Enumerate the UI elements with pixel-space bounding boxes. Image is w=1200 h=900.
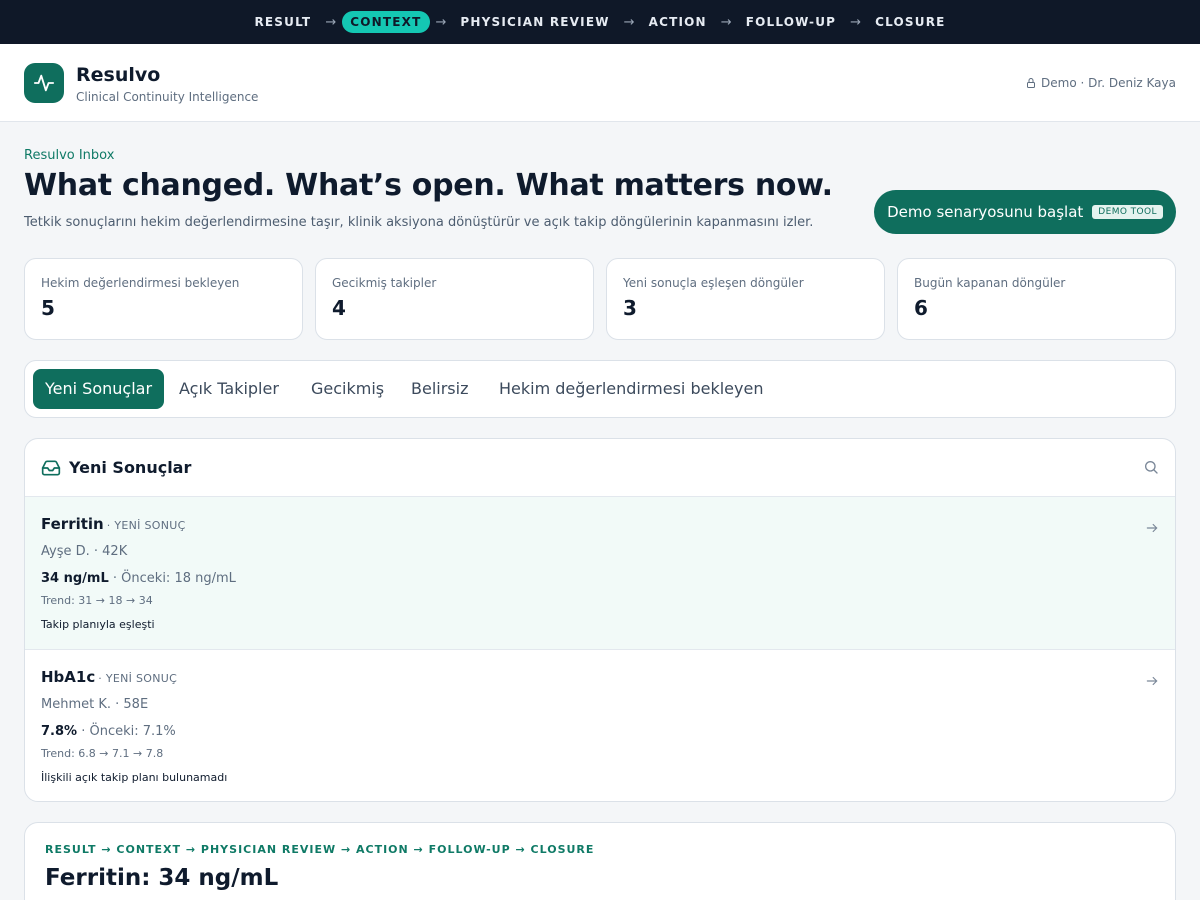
stat-label: Gecikmiş takipler	[332, 276, 437, 290]
pipeline-step-action[interactable]: ACTION	[641, 11, 715, 33]
patient-info: Mehmet K. · 58E	[41, 697, 149, 712]
demo-tool-badge: DEMO TOOL	[1092, 205, 1163, 219]
arrow-right-icon: →	[623, 14, 635, 30]
pipeline-step-follow-up[interactable]: FOLLOW-UP	[738, 11, 844, 33]
stat-card-awaiting-review[interactable]: Hekim değerlendirmesi bekleyen 5	[24, 258, 303, 340]
lock-icon	[1027, 78, 1036, 88]
app-header: Resulvo Clinical Continuity Intelligence…	[0, 44, 1200, 122]
previous-value: · Önceki: 18 ng/mL	[112, 571, 236, 586]
pipeline-step-physician-review[interactable]: PHYSICIAN REVIEW	[452, 11, 617, 33]
arrow-right-icon[interactable]	[1145, 674, 1159, 688]
stat-label: Yeni sonuçla eşleşen döngüler	[623, 276, 804, 290]
arrow-right-icon: →	[325, 14, 337, 30]
trend-text: Trend: 6.8 → 7.1 → 7.8	[41, 747, 164, 760]
result-name: HbA1c · YENİ SONUÇ	[41, 668, 177, 686]
detail-title: Ferritin: 34 ng/mL	[45, 865, 279, 891]
detail-pipeline: RESULT → CONTEXT → PHYSICIAN REVIEW → AC…	[45, 843, 595, 856]
stat-value: 3	[623, 296, 637, 320]
brand-name: Resulvo	[76, 64, 161, 86]
page-description: Tetkik sonuçlarını hekim değerlendirmesi…	[24, 215, 814, 230]
new-result-badge: · YENİ SONUÇ	[106, 519, 186, 532]
tab-overdue[interactable]: Gecikmiş	[299, 369, 396, 409]
tab-awaiting-review[interactable]: Hekim değerlendirmesi bekleyen	[487, 369, 775, 409]
match-note: İlişkili açık takip planı bulunamadı	[41, 771, 228, 784]
stat-value: 5	[41, 296, 55, 320]
tab-open-followups[interactable]: Açık Takipler	[167, 369, 291, 409]
previous-value: · Önceki: 7.1%	[81, 724, 176, 739]
start-demo-button[interactable]: Demo senaryosunu başlat DEMO TOOL	[874, 190, 1176, 234]
start-demo-label: Demo senaryosunu başlat	[887, 203, 1084, 221]
result-row-ferritin[interactable]: Ferritin · YENİ SONUÇ Ayşe D. · 42K 34 ng…	[25, 497, 1175, 650]
result-detail-card: RESULT → CONTEXT → PHYSICIAN REVIEW → AC…	[24, 822, 1176, 900]
patient-info: Ayşe D. · 42K	[41, 544, 128, 559]
page-title: What changed. What’s open. What matters …	[24, 168, 833, 203]
stat-value: 4	[332, 296, 346, 320]
arrow-right-icon: →	[720, 14, 732, 30]
arrow-right-icon: →	[435, 14, 447, 30]
stat-card-overdue[interactable]: Gecikmiş takipler 4	[315, 258, 594, 340]
results-panel: Yeni Sonuçlar Ferritin · YENİ SONUÇ Ayşe …	[24, 438, 1176, 802]
stat-label: Hekim değerlendirmesi bekleyen	[41, 276, 240, 290]
inbox-eyebrow: Resulvo Inbox	[24, 148, 115, 163]
user-label: Demo · Dr. Deniz Kaya	[1041, 76, 1176, 90]
result-value: 34 ng/mL · Önceki: 18 ng/mL	[41, 571, 236, 586]
search-icon[interactable]	[1143, 459, 1159, 475]
inbox-icon	[41, 460, 61, 476]
stat-card-closed-today[interactable]: Bugün kapanan döngüler 6	[897, 258, 1176, 340]
panel-title: Yeni Sonuçlar	[69, 458, 192, 477]
current-value: 7.8%	[41, 724, 78, 739]
pipeline-step-result[interactable]: RESULT	[246, 11, 319, 33]
stat-label: Bugün kapanan döngüler	[914, 276, 1066, 290]
stat-value: 6	[914, 296, 928, 320]
result-row-hba1c[interactable]: HbA1c · YENİ SONUÇ Mehmet K. · 58E 7.8% ·…	[25, 650, 1175, 801]
match-note: Takip planıyla eşleşti	[41, 618, 155, 631]
tab-uncertain[interactable]: Belirsiz	[399, 369, 480, 409]
test-name: HbA1c	[41, 668, 96, 686]
arrow-right-icon[interactable]	[1145, 521, 1159, 535]
inbox-tabs: Yeni Sonuçlar Açık Takipler Gecikmiş Bel…	[24, 360, 1176, 418]
pipeline-bar: RESULT → CONTEXT → PHYSICIAN REVIEW → AC…	[0, 0, 1200, 44]
test-name: Ferritin	[41, 515, 104, 533]
pipeline-step-closure[interactable]: CLOSURE	[867, 11, 953, 33]
result-name: Ferritin · YENİ SONUÇ	[41, 515, 186, 533]
pulse-logo-icon[interactable]	[24, 63, 64, 103]
result-value: 7.8% · Önceki: 7.1%	[41, 724, 176, 739]
tab-new-results[interactable]: Yeni Sonuçlar	[33, 369, 165, 409]
pipeline-step-context[interactable]: CONTEXT	[342, 11, 430, 33]
stat-card-matched-loops[interactable]: Yeni sonuçla eşleşen döngüler 3	[606, 258, 885, 340]
brand-subtitle: Clinical Continuity Intelligence	[76, 90, 259, 104]
trend-text: Trend: 31 → 18 → 34	[41, 594, 153, 607]
arrow-right-icon: →	[850, 14, 862, 30]
panel-header: Yeni Sonuçlar	[25, 439, 1175, 497]
new-result-badge: · YENİ SONUÇ	[98, 672, 178, 685]
current-value: 34 ng/mL	[41, 571, 109, 586]
current-user[interactable]: Demo · Dr. Deniz Kaya	[1025, 76, 1176, 90]
